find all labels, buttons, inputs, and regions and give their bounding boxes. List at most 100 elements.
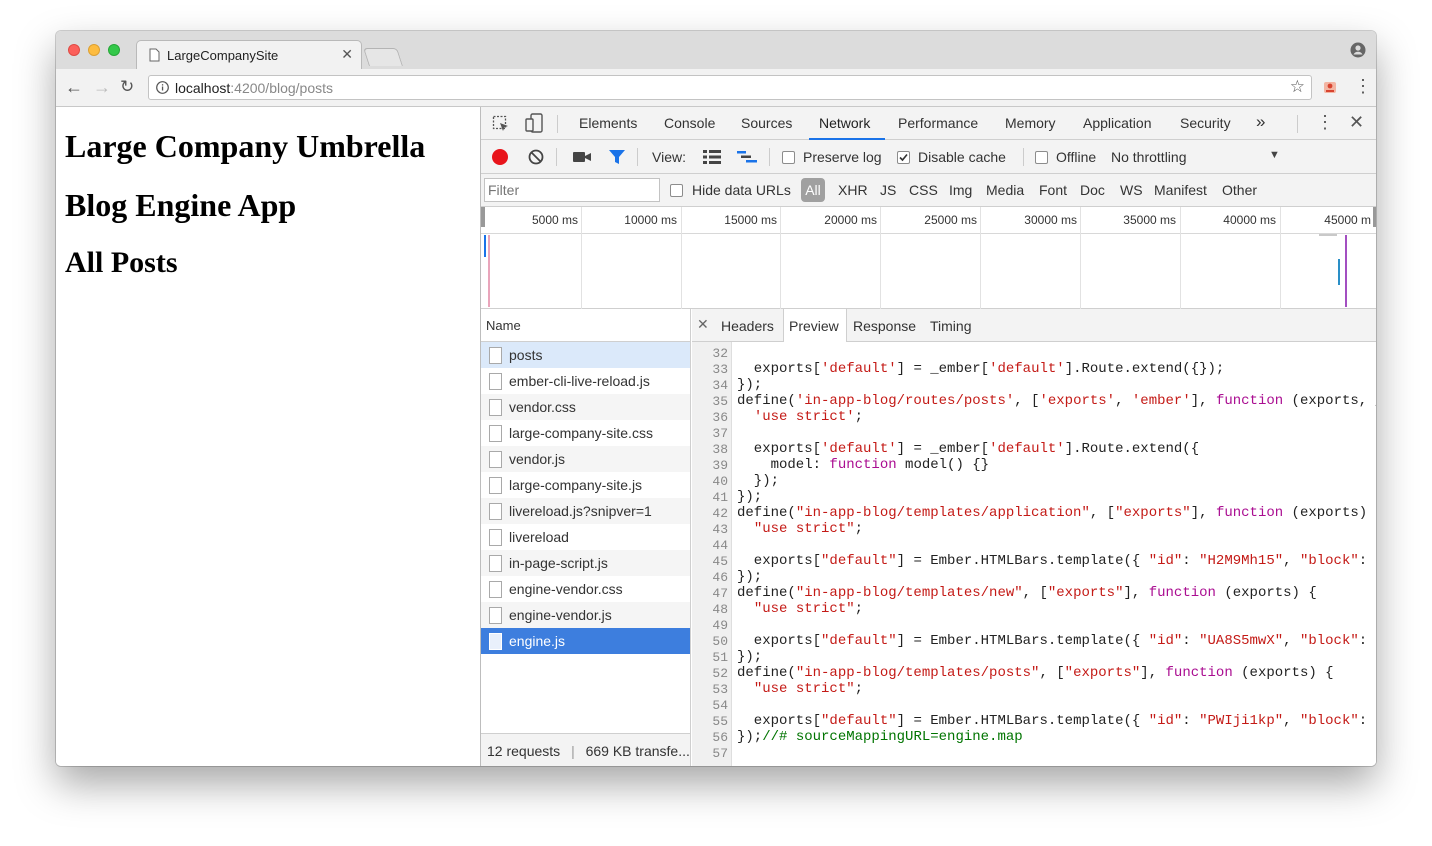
clear-icon[interactable]: [528, 149, 544, 165]
tab-close-icon[interactable]: ✕: [341, 46, 353, 63]
script-file-icon: [489, 555, 502, 572]
info-icon[interactable]: [156, 81, 169, 94]
type-filter-img[interactable]: Img: [949, 182, 972, 198]
network-overview[interactable]: 5000 ms 10000 ms 15000 ms 20000 ms 25000…: [481, 207, 1376, 309]
code-line: });: [737, 473, 780, 489]
tab-sources[interactable]: Sources: [741, 115, 792, 131]
browser-menu-icon[interactable]: ⋮: [1354, 77, 1372, 95]
request-row[interactable]: engine-vendor.css: [481, 576, 690, 602]
waterfall-overview-icon[interactable]: [737, 150, 757, 164]
line-number: 52: [712, 666, 728, 681]
tick-label: 15000 ms: [724, 213, 777, 227]
type-filter-doc[interactable]: Doc: [1080, 182, 1105, 198]
request-row-selected[interactable]: engine.js: [481, 628, 690, 654]
name-column-header[interactable]: Name: [481, 309, 691, 342]
code-line: exports['default'] = _ember['default'].R…: [737, 441, 1200, 457]
view-label: View:: [652, 149, 686, 165]
record-icon[interactable]: [492, 149, 508, 165]
close-detail-icon[interactable]: ✕: [697, 316, 709, 333]
type-filter-font[interactable]: Font: [1039, 182, 1067, 198]
screenshot-capture-icon[interactable]: [573, 150, 591, 164]
tab-headers[interactable]: Headers: [721, 318, 774, 334]
tab-elements[interactable]: Elements: [579, 115, 637, 131]
request-row[interactable]: livereload.js?snipver=1: [481, 498, 690, 524]
code-line: });: [737, 569, 763, 585]
tab-performance[interactable]: Performance: [898, 115, 978, 131]
bookmark-star-icon[interactable]: ☆: [1290, 77, 1305, 97]
code-line: define("in-app-blog/templates/applicatio…: [737, 505, 1376, 521]
line-number: 48: [712, 602, 728, 617]
request-row[interactable]: vendor.css: [481, 394, 690, 420]
tab-application[interactable]: Application: [1083, 115, 1152, 131]
extension-icon[interactable]: [1322, 79, 1338, 95]
request-row[interactable]: large-company-site.js: [481, 472, 690, 498]
request-name: livereload.js?snipver=1: [509, 503, 652, 519]
tab-console[interactable]: Console: [664, 115, 715, 131]
type-filter-manifest[interactable]: Manifest: [1154, 182, 1207, 198]
filter-funnel-icon[interactable]: [608, 149, 626, 165]
dom-content-loaded-marker: [1345, 235, 1347, 307]
overview-right-handle[interactable]: [1373, 207, 1376, 227]
toolbar-divider: [557, 115, 558, 133]
throttling-dropdown-icon[interactable]: ▼: [1269, 149, 1280, 161]
back-arrow-icon[interactable]: ←: [65, 77, 83, 97]
request-row[interactable]: livereload: [481, 524, 690, 550]
forward-arrow-icon[interactable]: →: [93, 77, 111, 97]
tab-network[interactable]: Network: [819, 115, 870, 131]
type-filter-media[interactable]: Media: [986, 182, 1024, 198]
browser-tab[interactable]: LargeCompanySite ✕: [136, 40, 362, 69]
request-name: vendor.css: [509, 399, 576, 415]
inspect-element-icon[interactable]: [492, 115, 510, 133]
type-filter-css[interactable]: CSS: [909, 182, 938, 198]
type-filter-js[interactable]: JS: [880, 182, 896, 198]
large-rows-icon[interactable]: [703, 150, 721, 164]
heading-company: Large Company Umbrella: [65, 128, 426, 164]
zoom-window-button[interactable]: [108, 44, 120, 56]
request-row[interactable]: vendor.js: [481, 446, 690, 472]
tick-label: 40000 ms: [1223, 213, 1276, 227]
close-window-button[interactable]: [68, 44, 80, 56]
type-filter-all[interactable]: All: [801, 178, 825, 202]
script-file-icon: [489, 477, 502, 494]
status-divider: |: [571, 743, 575, 759]
line-number: 35: [712, 394, 728, 409]
type-filter-xhr[interactable]: XHR: [838, 182, 868, 198]
request-row[interactable]: large-company-site.css: [481, 420, 690, 446]
tab-security[interactable]: Security: [1180, 115, 1231, 131]
code-line: define("in-app-blog/templates/posts", ["…: [737, 665, 1334, 681]
type-filter-ws[interactable]: WS: [1120, 182, 1143, 198]
request-bar: [1319, 234, 1337, 236]
address-bar[interactable]: localhost:4200/blog/posts ☆: [148, 75, 1312, 100]
tab-timing[interactable]: Timing: [930, 318, 972, 334]
reload-icon[interactable]: ↻: [120, 77, 134, 97]
type-filter-other[interactable]: Other: [1222, 182, 1257, 198]
filter-input[interactable]: [484, 178, 660, 202]
request-row[interactable]: in-page-script.js: [481, 550, 690, 576]
code-preview[interactable]: 32 33 exports['default'] = _ember['defaul…: [692, 342, 1376, 766]
request-row[interactable]: posts: [481, 342, 690, 368]
stylesheet-file-icon: [489, 581, 502, 598]
preserve-log-checkbox[interactable]: [782, 151, 795, 164]
throttling-select[interactable]: No throttling: [1111, 149, 1186, 165]
more-tabs-icon[interactable]: »: [1256, 112, 1265, 132]
new-tab-button[interactable]: [363, 48, 403, 66]
offline-checkbox[interactable]: [1035, 151, 1048, 164]
tick-label: 5000 ms: [531, 213, 578, 227]
toolbar-divider: [1023, 148, 1024, 166]
overview-left-handle[interactable]: [481, 207, 485, 227]
tab-preview[interactable]: Preview: [789, 318, 839, 334]
tab-response[interactable]: Response: [853, 318, 916, 334]
device-toolbar-icon[interactable]: [525, 113, 543, 133]
request-row[interactable]: ember-cli-live-reload.js: [481, 368, 690, 394]
hide-data-urls-checkbox[interactable]: [670, 184, 683, 197]
profile-icon[interactable]: [1350, 42, 1366, 58]
script-file-icon: [489, 503, 502, 520]
minimize-window-button[interactable]: [88, 44, 100, 56]
close-devtools-icon[interactable]: ✕: [1349, 112, 1364, 133]
tick-label: 25000 ms: [924, 213, 977, 227]
tab-memory[interactable]: Memory: [1005, 115, 1056, 131]
request-row[interactable]: engine-vendor.js: [481, 602, 690, 628]
code-line: "use strict";: [753, 681, 864, 697]
devtools-menu-icon[interactable]: ⋮: [1316, 112, 1334, 133]
disable-cache-checkbox[interactable]: [897, 151, 910, 164]
